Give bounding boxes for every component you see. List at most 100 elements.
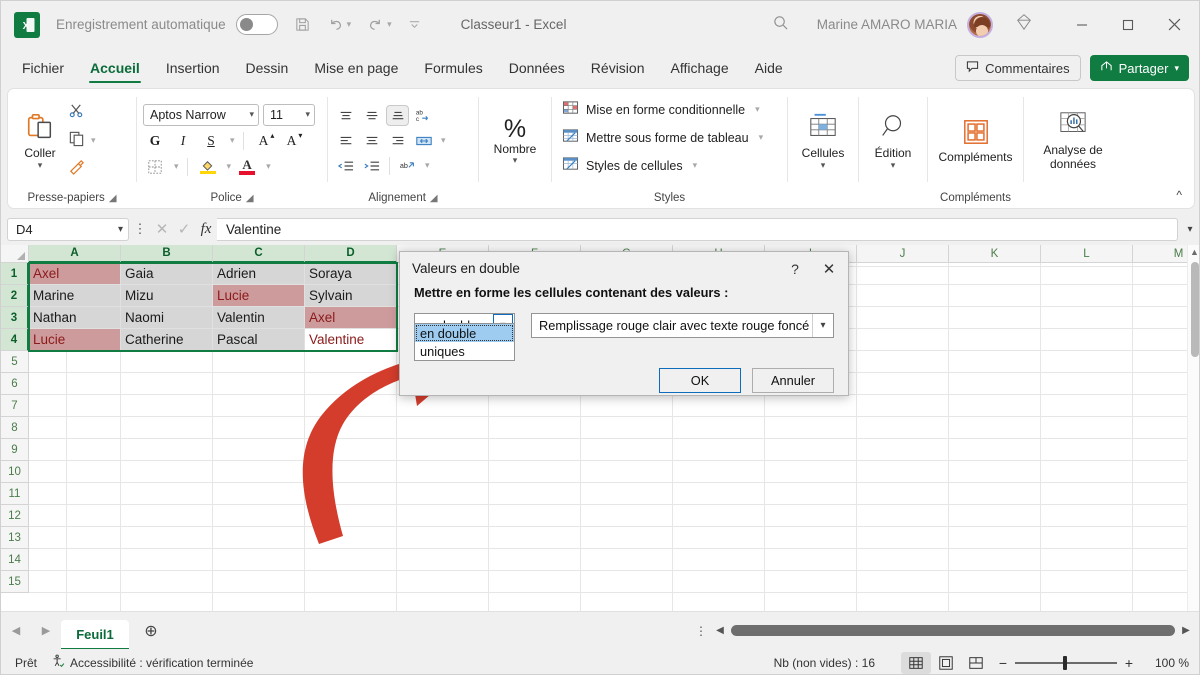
editing-chevron-down-icon[interactable]: ▾ [891,161,896,170]
dropdown-option-uniques[interactable]: uniques [415,342,514,360]
scroll-up-icon[interactable]: ▲ [1190,247,1199,257]
fill-color-icon[interactable] [196,156,220,178]
zoom-value[interactable]: 100 % [1141,656,1189,670]
font-color-icon[interactable]: A [235,156,259,178]
maximize-button[interactable] [1105,1,1151,48]
row-header-4[interactable]: 4 [1,329,29,351]
user-name-label[interactable]: Marine AMARO MARIA [817,17,957,32]
font-name-chevron-down-icon[interactable]: ▾ [249,109,254,120]
alignment-dialog-launcher-icon[interactable]: ◢ [430,193,438,204]
confirm-icon[interactable]: ✓ [173,220,195,238]
redo-icon[interactable]: ▾ [367,12,392,38]
decrease-font-size-button[interactable]: A ▾ [280,130,304,152]
column-header-J[interactable]: J [857,245,949,263]
row-header-12[interactable]: 12 [1,505,29,527]
zoom-slider[interactable] [1015,653,1117,673]
horizontal-scroll-thumb[interactable] [731,625,1175,636]
tab-mise-en-page[interactable]: Mise en page [301,48,411,88]
sheet-prev-icon[interactable]: ◀ [1,624,31,637]
fx-icon[interactable]: fx [195,221,217,238]
cell-C4[interactable]: Pascal [213,329,305,351]
row-header-5[interactable]: 5 [1,351,29,373]
expand-formula-bar-icon[interactable]: ▾ [1179,224,1199,235]
vertical-scrollbar[interactable]: ▲ [1187,245,1199,611]
column-header-D[interactable]: D [305,245,397,263]
minimize-button[interactable] [1059,1,1105,48]
dialog-help-icon[interactable]: ? [780,261,810,277]
increase-font-size-button[interactable]: A ▴ [252,130,276,152]
data-analysis-button[interactable]: Analyse de données [1030,110,1116,171]
editing-button[interactable]: Édition ▾ [867,112,919,170]
font-color-chevron-down-icon[interactable]: ▾ [266,161,271,172]
normal-view-icon[interactable] [901,651,931,674]
clipboard-dialog-launcher-icon[interactable]: ◢ [109,193,117,204]
number-format-button[interactable]: % Nombre ▾ [485,116,545,165]
borders-chevron-down-icon[interactable]: ▾ [174,161,179,172]
tab-donnees[interactable]: Données [496,48,578,88]
number-chevron-down-icon[interactable]: ▾ [513,156,518,165]
font-name-combo[interactable]: Aptos Narrow ▾ [143,103,259,126]
redo-dropdown-caret[interactable]: ▾ [387,19,392,30]
cell-D3[interactable]: Axel [305,307,397,329]
paste-button[interactable]: Coller ▾ [14,112,66,170]
italic-button[interactable]: I [171,130,195,152]
align-center-icon[interactable] [360,130,383,151]
cell-A2[interactable]: Marine [29,285,121,307]
page-layout-view-icon[interactable] [931,652,961,674]
format-painter-button[interactable] [68,158,96,180]
cell-D4[interactable]: Valentine [305,329,397,351]
column-header-C[interactable]: C [213,245,305,263]
decrease-indent-icon[interactable] [334,155,357,176]
font-size-combo[interactable]: 11 ▾ [263,103,315,126]
search-icon[interactable] [772,14,789,36]
cells-chevron-down-icon[interactable]: ▾ [821,161,826,170]
row-header-6[interactable]: 6 [1,373,29,395]
align-left-icon[interactable] [334,130,357,151]
sheet-options-icon[interactable]: ⋮ [689,624,713,638]
copy-button[interactable]: ▾ [68,130,96,152]
share-chevron-down-icon[interactable]: ▾ [1174,63,1179,74]
hscroll-left-icon[interactable]: ◀ [713,625,727,636]
align-right-icon[interactable] [386,130,409,151]
cell-B4[interactable]: Catherine [121,329,213,351]
bold-button[interactable]: G [143,130,167,152]
tab-affichage[interactable]: Affichage [658,48,742,88]
row-header-7[interactable]: 7 [1,395,29,417]
row-header-10[interactable]: 10 [1,461,29,483]
dialog-close-icon[interactable]: ✕ [810,260,848,278]
cancel-icon[interactable]: ✕ [151,220,173,238]
tab-dessin[interactable]: Dessin [233,48,302,88]
zoom-out-button[interactable]: − [991,655,1015,671]
cell-B3[interactable]: Naomi [121,307,213,329]
formula-input[interactable]: Valentine [217,217,1178,241]
avatar[interactable] [967,11,993,38]
conditional-formatting-button[interactable]: Mise en forme conditionnelle ▾ [562,97,763,122]
cell-C2[interactable]: Lucie [213,285,305,307]
name-box-chevron-down-icon[interactable]: ▾ [118,224,123,235]
align-top-icon[interactable] [334,105,357,126]
tab-accueil[interactable]: Accueil [77,48,153,88]
orientation-chevron-down-icon[interactable]: ▾ [425,160,430,171]
format-select[interactable]: Remplissage rouge clair avec texte rouge… [531,313,834,338]
column-header-A[interactable]: A [29,245,121,263]
zoom-slider-knob[interactable] [1063,655,1067,670]
tab-insertion[interactable]: Insertion [153,48,233,88]
font-dialog-launcher-icon[interactable]: ◢ [246,193,254,204]
page-break-view-icon[interactable] [961,652,991,674]
ok-button[interactable]: OK [659,368,741,393]
underline-chevron-down-icon[interactable]: ▾ [230,135,235,146]
row-header-3[interactable]: 3 [1,307,29,329]
zoom-in-button[interactable]: + [1117,655,1141,671]
cells-button[interactable]: Cellules ▾ [797,112,849,170]
addins-button[interactable]: Compléments [934,118,1017,164]
add-sheet-icon[interactable]: ⊕ [129,621,173,641]
row-header-9[interactable]: 9 [1,439,29,461]
conditional-formatting-chevron-down-icon[interactable]: ▾ [755,104,760,115]
cancel-button[interactable]: Annuler [752,368,834,393]
tab-formules[interactable]: Formules [411,48,495,88]
collapse-ribbon-button[interactable]: ^ [1176,89,1194,208]
format-as-table-button[interactable]: Mettre sous forme de tableau ▾ [562,125,763,150]
comments-button[interactable]: Commentaires [955,55,1081,81]
wrap-text-icon[interactable]: ab c [412,105,435,126]
align-middle-icon[interactable] [360,105,383,126]
